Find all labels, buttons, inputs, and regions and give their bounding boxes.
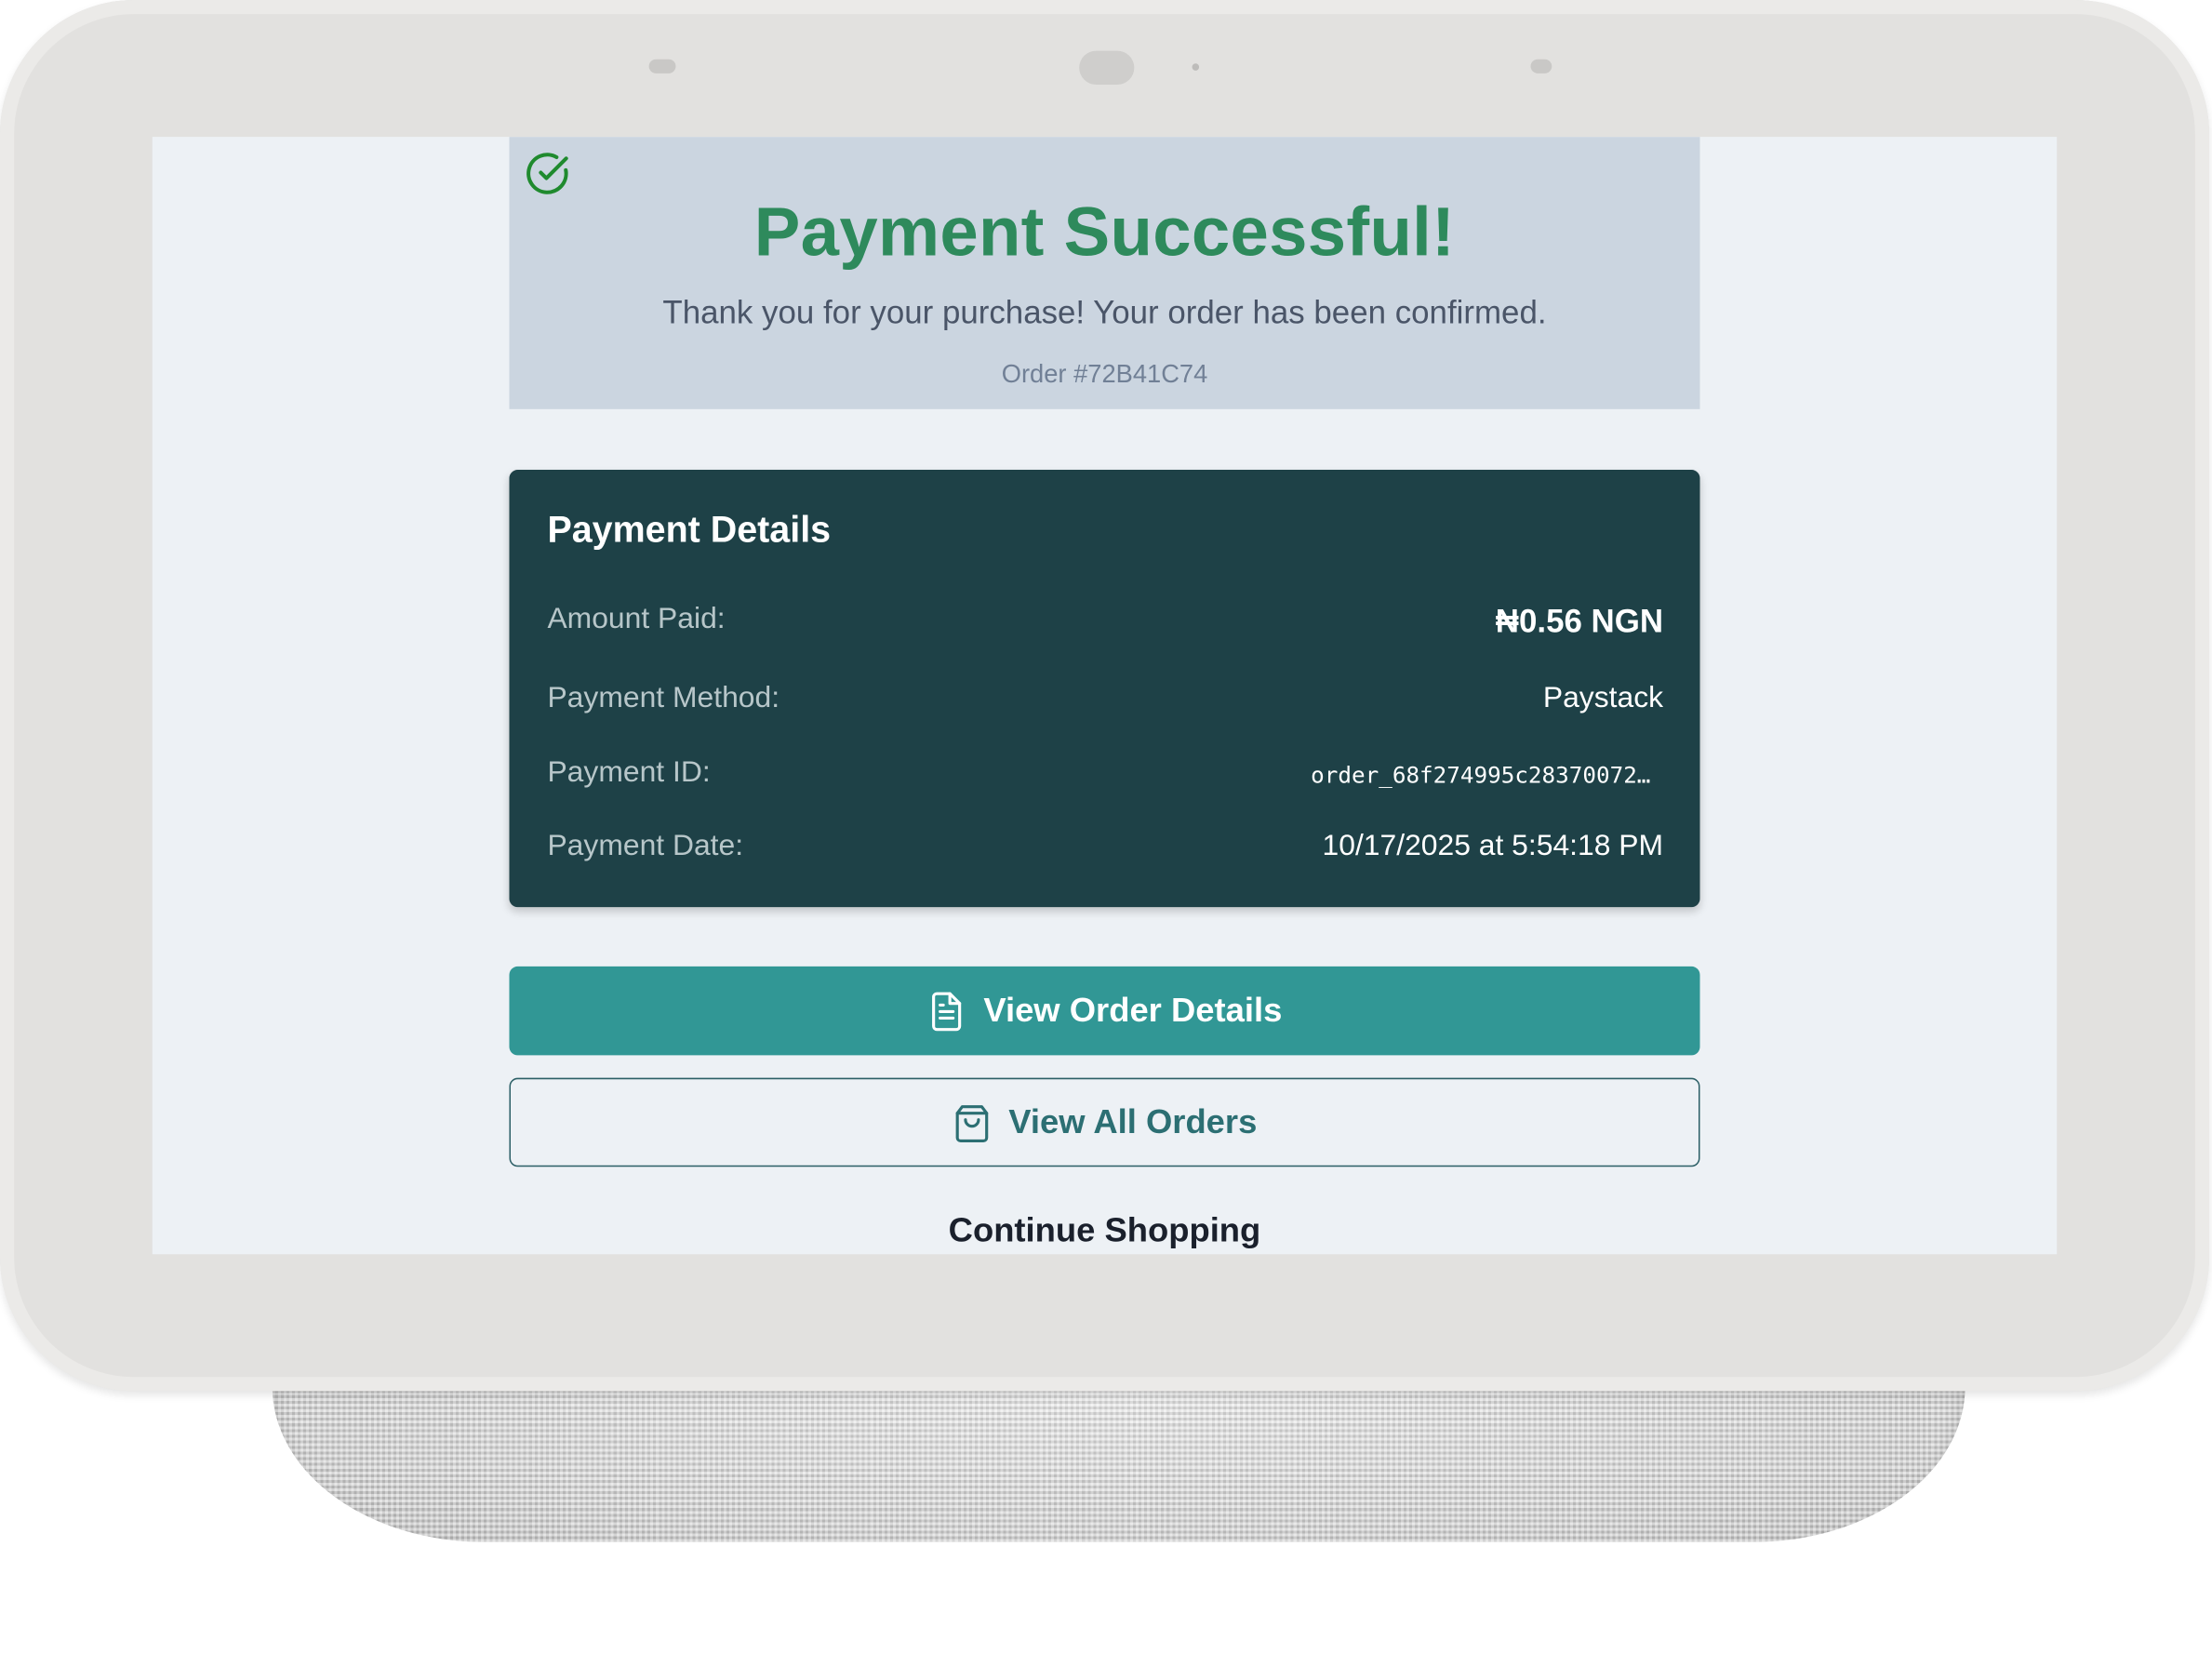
detail-label: Payment ID: xyxy=(547,755,711,789)
view-all-orders-label: View All Orders xyxy=(1008,1102,1258,1141)
success-header: Payment Successful! Thank you for your p… xyxy=(509,137,1700,409)
device-frame: Payment Successful! Thank you for your p… xyxy=(0,0,2212,1666)
detail-label: Payment Date: xyxy=(547,829,744,862)
check-circle-icon xyxy=(526,153,568,194)
detail-label: Payment Method: xyxy=(547,681,780,714)
continue-shopping-link[interactable]: Continue Shopping xyxy=(509,1212,1699,1251)
camera-sensor xyxy=(1079,50,1135,85)
view-all-orders-button[interactable]: View All Orders xyxy=(509,1077,1700,1167)
amount-paid-value: ₦0.56 NGN xyxy=(1495,602,1664,640)
mic-sensor xyxy=(1530,59,1552,73)
document-icon xyxy=(932,991,962,1031)
payment-id-row: Payment ID: order_68f274995c28370072… xyxy=(547,756,1663,798)
confirmation-message: Thank you for your purchase! Your order … xyxy=(662,293,1547,330)
view-order-details-label: View Order Details xyxy=(983,991,1283,1030)
amount-paid-row: Amount Paid: ₦0.56 NGN xyxy=(547,603,1663,645)
view-order-details-button[interactable]: View Order Details xyxy=(509,966,1700,1056)
payment-details-card: Payment Details Amount Paid: ₦0.56 NGN P… xyxy=(509,470,1700,908)
ambient-sensor xyxy=(648,59,676,73)
payment-method-value: Paystack xyxy=(1542,681,1664,714)
page-title: Payment Successful! xyxy=(753,194,1456,272)
payment-date-row: Payment Date: 10/17/2025 at 5:54:18 PM xyxy=(547,830,1663,872)
shopping-bag-icon xyxy=(955,1104,989,1142)
payment-details-heading: Payment Details xyxy=(547,507,832,551)
order-number: Order #72B41C74 xyxy=(1001,359,1208,389)
device-bezel: Payment Successful! Thank you for your p… xyxy=(0,0,2209,1392)
screen: Payment Successful! Thank you for your p… xyxy=(152,137,2058,1255)
detail-label: Amount Paid: xyxy=(547,602,726,635)
payment-method-row: Payment Method: Paystack xyxy=(547,682,1663,724)
indicator-light xyxy=(1192,63,1200,71)
payment-date-value: 10/17/2025 at 5:54:18 PM xyxy=(1322,829,1664,862)
payment-id-value: order_68f274995c28370072… xyxy=(1311,761,1651,789)
